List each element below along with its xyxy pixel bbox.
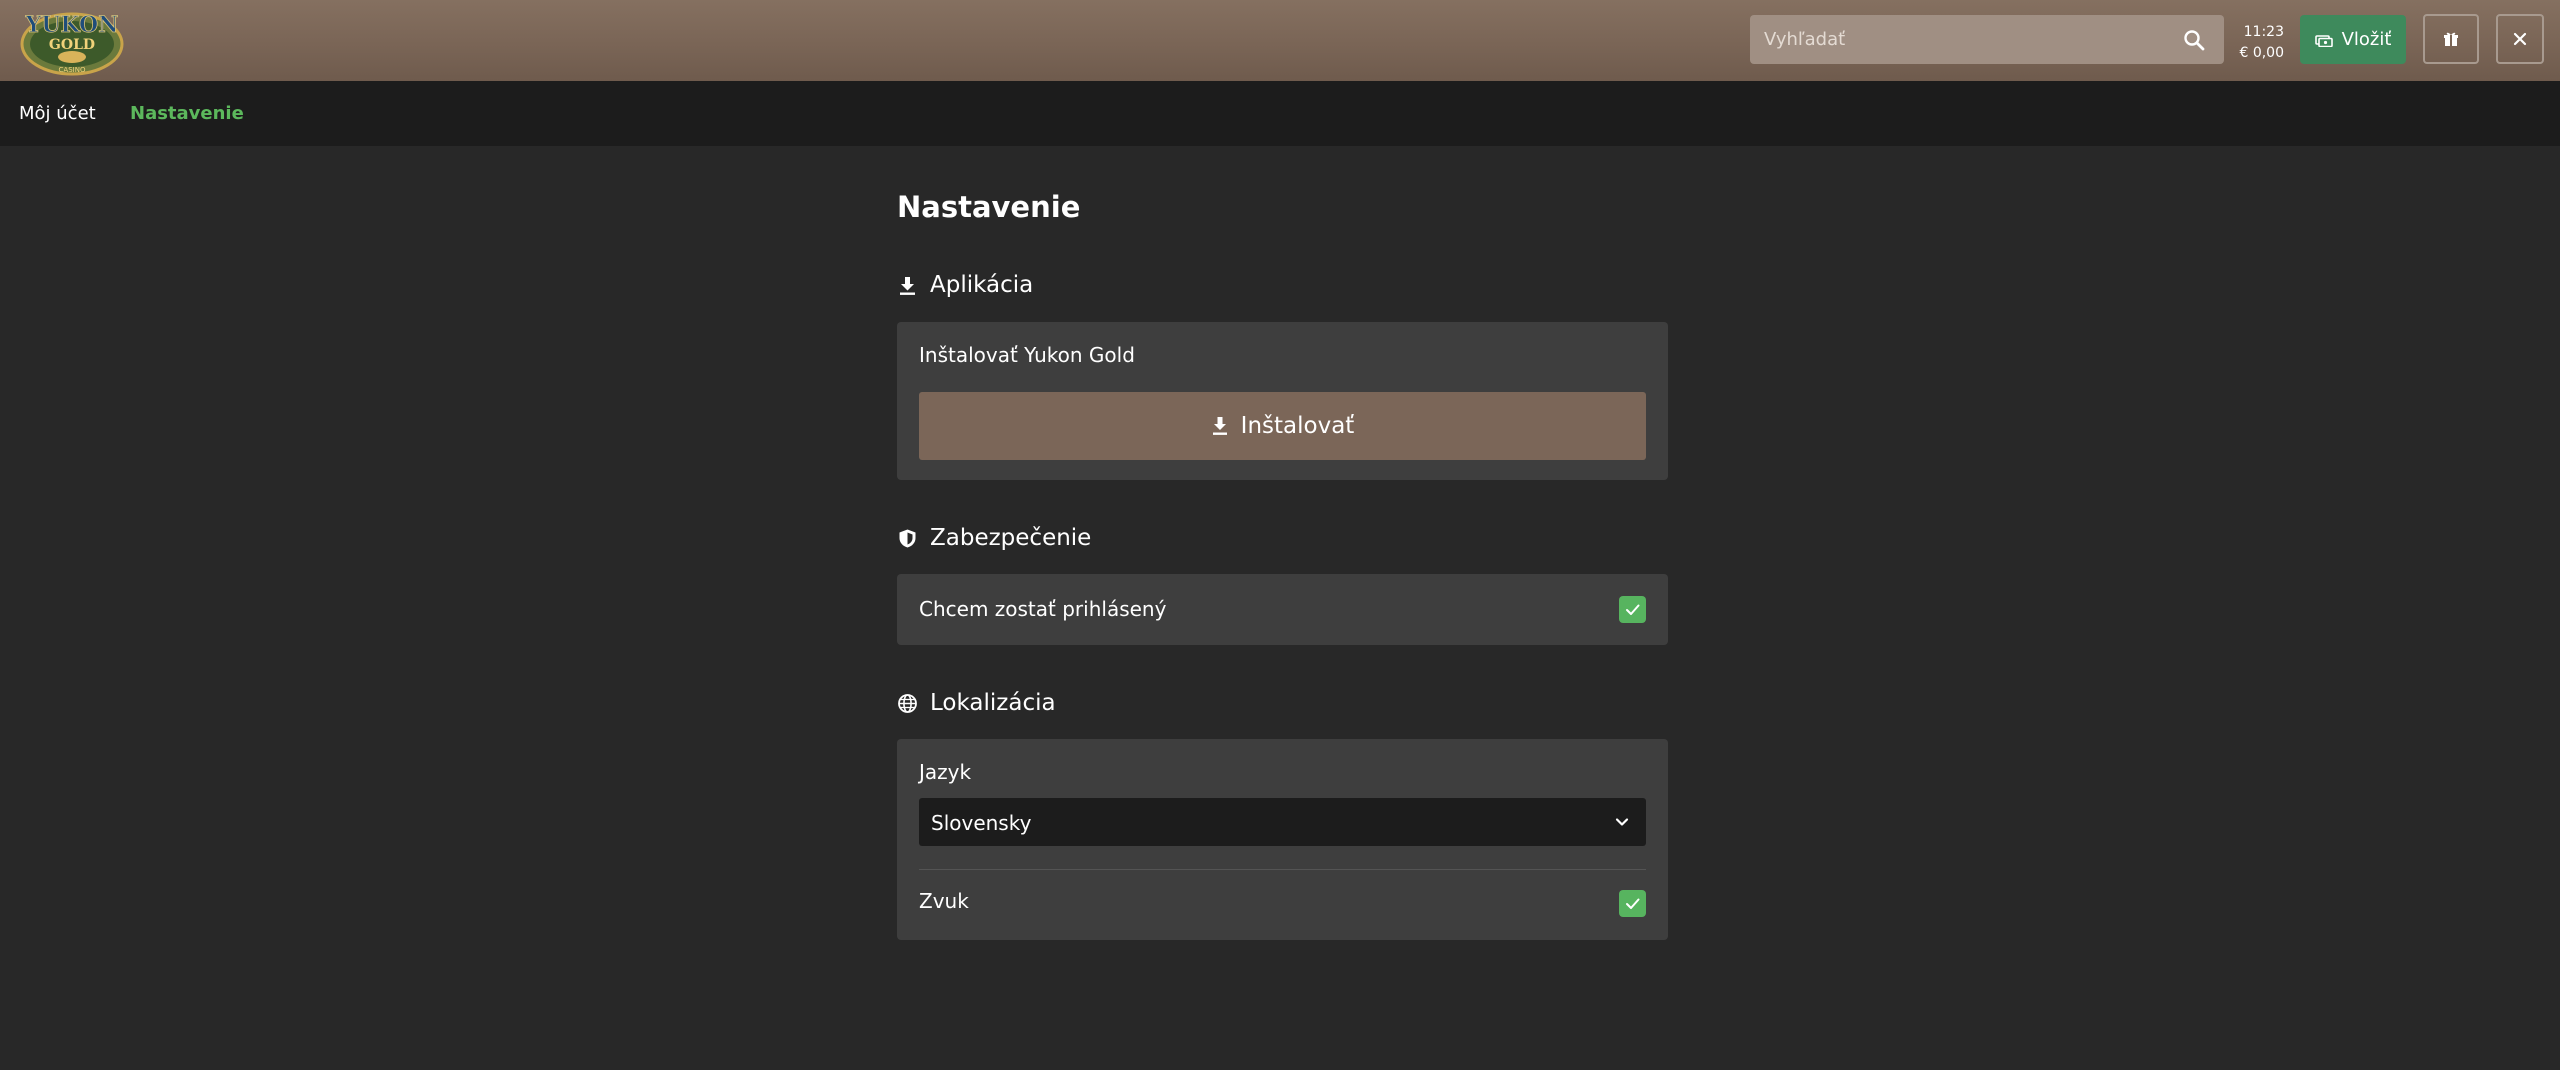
sound-label: Zvuk [919, 889, 969, 913]
subnav-item-settings[interactable]: Nastavenie [130, 103, 244, 124]
search-input[interactable] [1750, 15, 2170, 64]
close-button[interactable] [2496, 14, 2544, 64]
stay-logged-in-label: Chcem zostať prihlásený [919, 597, 1167, 621]
close-icon [2513, 32, 2527, 46]
shield-icon [899, 529, 916, 547]
deposit-label: Vložiť [2341, 29, 2392, 50]
search-icon[interactable] [2182, 28, 2206, 52]
cash-icon [2314, 34, 2333, 47]
localization-card: Jazyk Slovensky Zvuk [897, 739, 1668, 940]
language-select-value: Slovensky [931, 811, 1032, 835]
page-title: Nastavenie [897, 190, 1081, 224]
balance-amount: € 0,00 [2239, 45, 2284, 61]
sub-navigation: Môj účet Nastavenie [0, 81, 2560, 146]
app-card: Inštalovať Yukon Gold Inštalovať [897, 322, 1668, 480]
svg-text:YUKON: YUKON [25, 12, 119, 38]
section-heading-app: Aplikácia [897, 270, 1033, 300]
checkmark-icon [1626, 898, 1640, 909]
security-card: Chcem zostať prihlásený [897, 574, 1668, 645]
gift-button[interactable] [2423, 14, 2479, 64]
section-heading-security: Zabezpečenie [897, 523, 1091, 553]
search-bar[interactable] [1750, 15, 2224, 64]
download-icon [900, 276, 915, 295]
globe-icon [898, 693, 917, 713]
install-button[interactable]: Inštalovať [919, 392, 1646, 460]
chevron-down-icon [1615, 818, 1629, 826]
clock-time: 11:23 [2243, 24, 2284, 40]
gift-icon [2444, 32, 2458, 46]
section-heading-label: Aplikácia [930, 272, 1034, 298]
stay-logged-in-checkbox[interactable] [1619, 596, 1646, 623]
yukon-gold-logo[interactable]: YUKON GOLD CASINO [18, 4, 126, 76]
svg-text:GOLD: GOLD [49, 37, 95, 53]
section-heading-label: Lokalizácia [930, 690, 1056, 716]
top-header: YUKON GOLD CASINO 11:23 € 0,00 Vložiť [0, 0, 2560, 81]
install-card-label: Inštalovať Yukon Gold [919, 343, 1135, 367]
language-select[interactable]: Slovensky [919, 798, 1646, 846]
time-balance: 11:23 € 0,00 [2226, 22, 2284, 64]
subnav-item-my-account[interactable]: Môj účet [19, 103, 96, 124]
checkmark-icon [1626, 604, 1640, 615]
svg-text:CASINO: CASINO [59, 66, 86, 74]
deposit-button[interactable]: Vložiť [2300, 15, 2406, 64]
download-icon [1212, 417, 1227, 435]
language-label: Jazyk [919, 760, 972, 784]
section-heading-localization: Lokalizácia [897, 688, 1056, 718]
sound-checkbox[interactable] [1619, 890, 1646, 917]
divider [919, 869, 1646, 870]
section-heading-label: Zabezpečenie [930, 525, 1092, 551]
install-button-label: Inštalovať [1240, 413, 1355, 439]
